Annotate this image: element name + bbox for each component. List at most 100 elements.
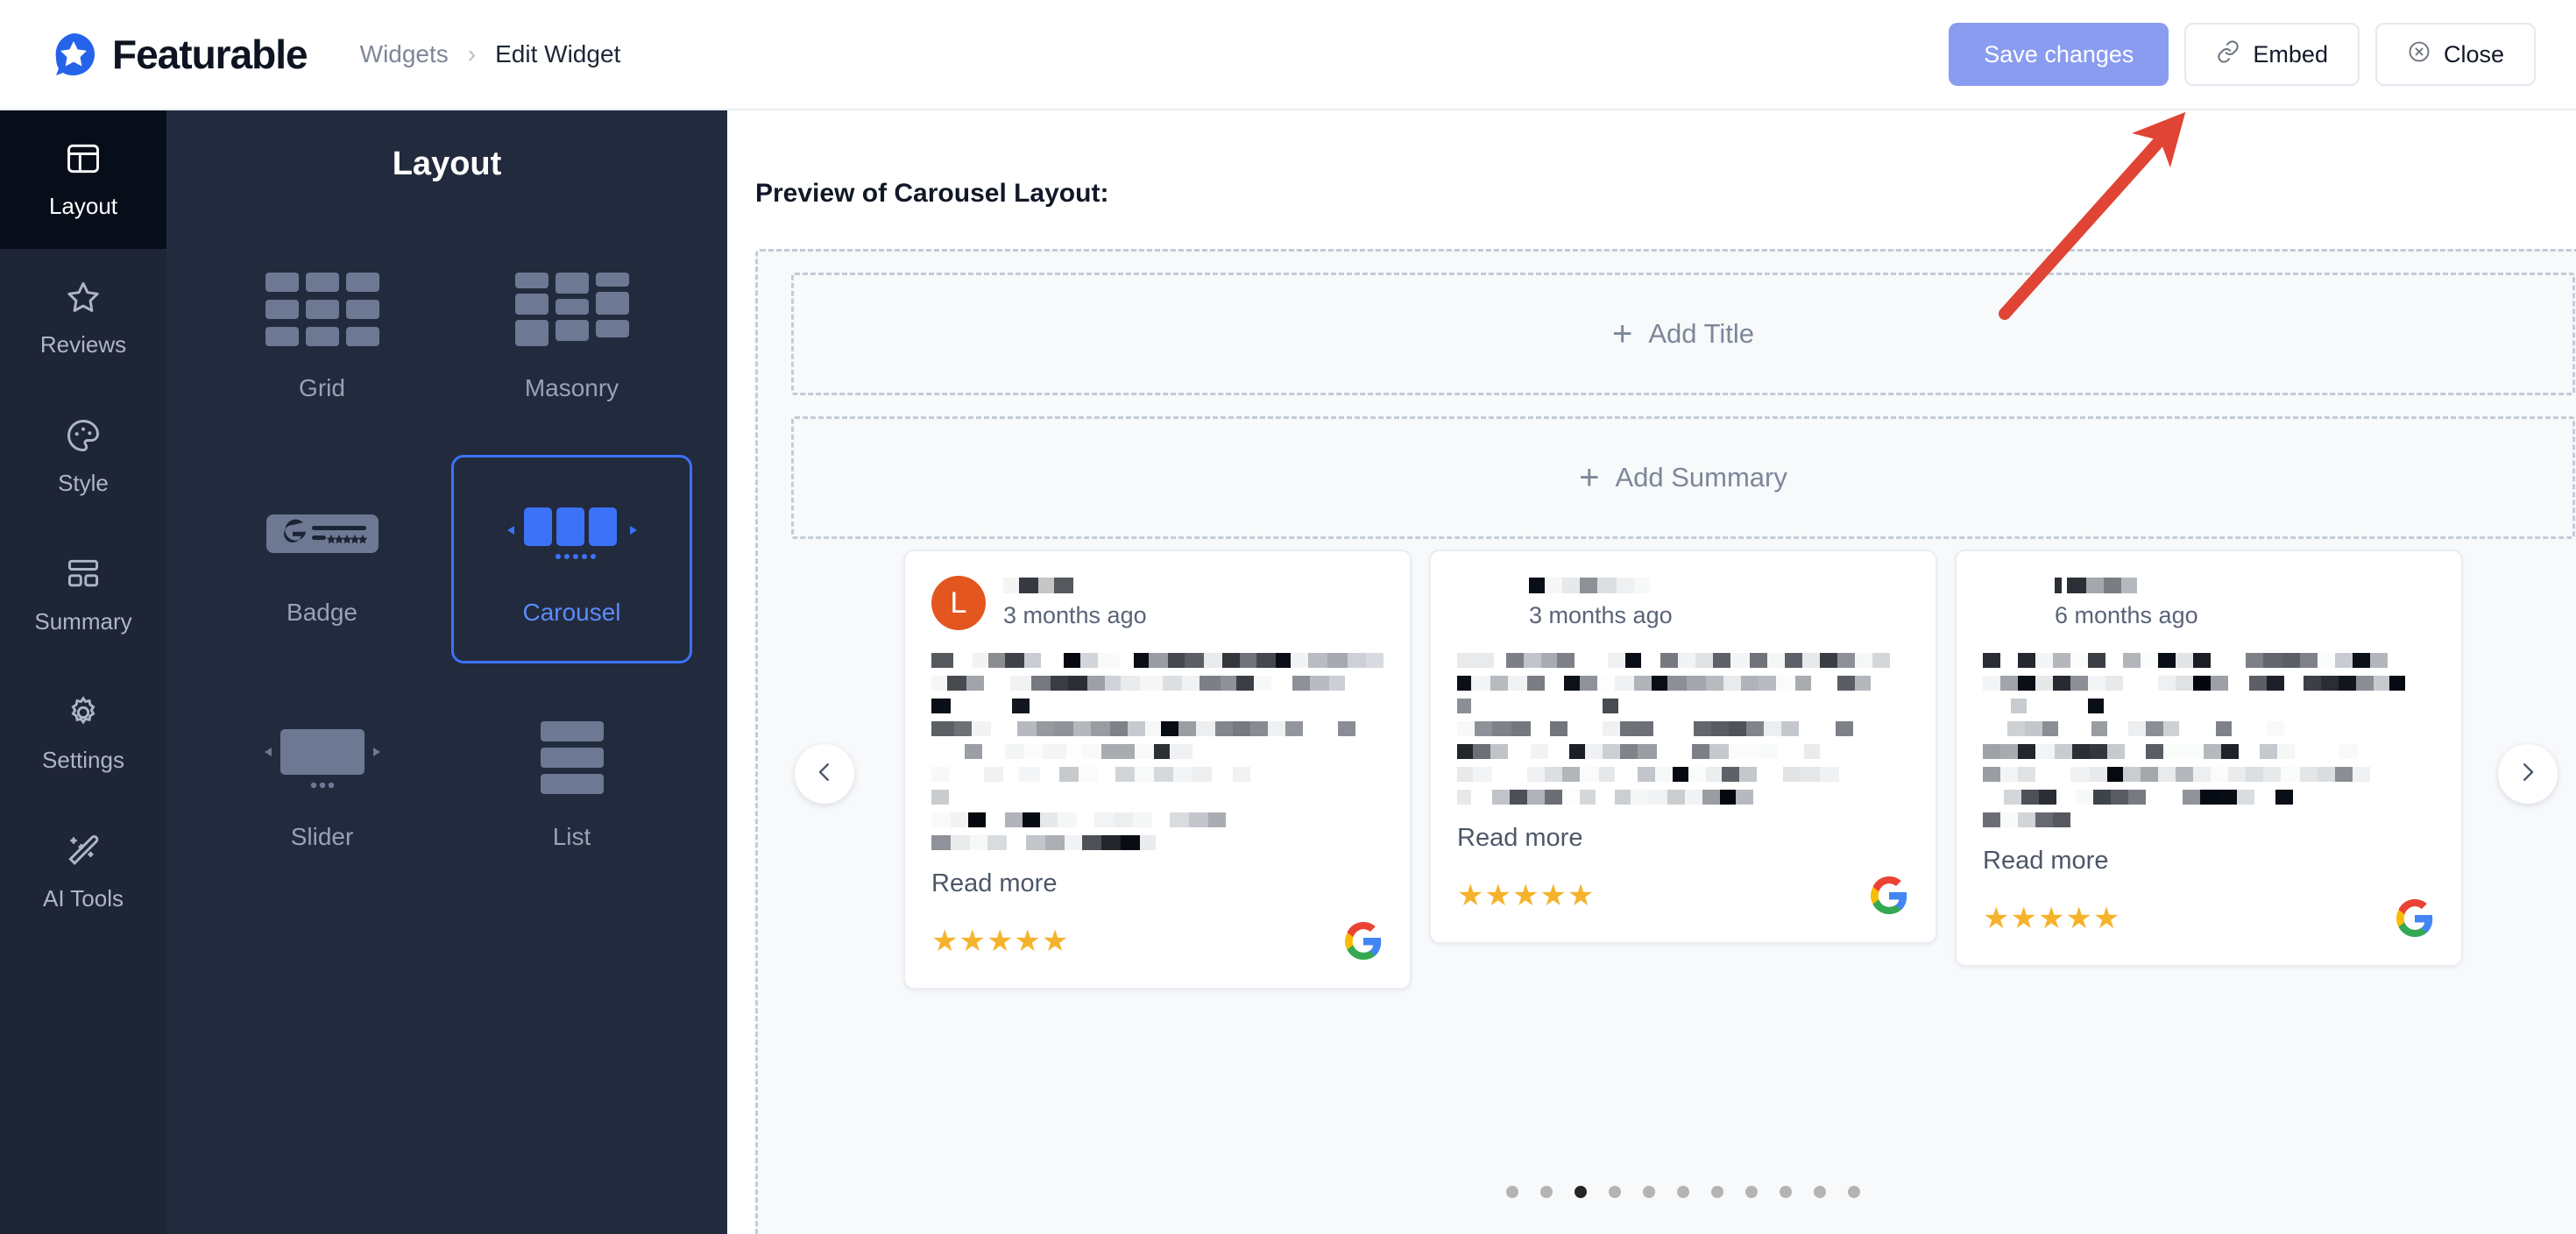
layout-options-grid: Grid Masonry Badge Carousel Slider List — [202, 230, 692, 888]
close-circle-icon — [2407, 39, 2431, 70]
pagination-dot[interactable] — [1711, 1186, 1723, 1198]
pagination-dot[interactable] — [1814, 1186, 1826, 1198]
reviewer-meta: 3 months ago — [1529, 577, 1673, 629]
close-button[interactable]: Close — [2374, 23, 2536, 86]
pagination-dot[interactable] — [1780, 1186, 1792, 1198]
reviewer-name-redacted — [2055, 577, 2198, 593]
preview-title: Preview of Carousel Layout: — [755, 179, 1109, 208]
brand[interactable]: Featurable — [51, 31, 308, 78]
magic-wand-icon — [64, 832, 103, 875]
layout-option-badge[interactable]: Badge — [202, 455, 442, 663]
avatar — [1457, 576, 1511, 630]
sidebar-item-settings[interactable]: Settings — [0, 664, 166, 803]
close-button-label: Close — [2443, 40, 2504, 67]
carousel-next-button[interactable] — [2498, 744, 2558, 804]
link-icon — [2216, 39, 2240, 70]
top-bar: Featurable Widgets › Edit Widget Save ch… — [0, 0, 2576, 110]
layout-option-masonry[interactable]: Masonry — [451, 230, 692, 439]
pagination-dot[interactable] — [1506, 1186, 1518, 1198]
chevron-right-icon — [2515, 759, 2541, 790]
pagination-dot[interactable] — [1609, 1186, 1621, 1198]
reviewer-name-redacted — [1529, 577, 1673, 593]
sidebar-item-style[interactable]: Style — [0, 387, 166, 526]
layout-option-slider[interactable]: Slider — [202, 679, 442, 888]
grid-thumb-icon — [265, 267, 379, 351]
top-bar-actions: Save changes Embed Close — [1949, 23, 2536, 86]
brand-name: Featurable — [112, 32, 308, 77]
breadcrumb-current: Edit Widget — [495, 40, 621, 67]
sidebar-item-label: Reviews — [39, 331, 127, 358]
review-card[interactable]: L 3 months ago Read more ★★★★★ — [903, 550, 1412, 989]
chevron-left-icon — [811, 759, 838, 790]
sidebar-item-label: Layout — [48, 193, 118, 219]
layout-icon — [64, 139, 103, 182]
review-card[interactable]: 6 months ago Read more ★★★★★ — [1955, 550, 2463, 967]
sidebar-item-label: Summary — [34, 608, 132, 635]
pagination-dot[interactable] — [1848, 1186, 1860, 1198]
star-icon — [64, 278, 103, 321]
rating-stars: ★★★★★ — [1457, 879, 1596, 912]
embed-button-label: Embed — [2253, 40, 2328, 67]
google-logo-icon — [2395, 898, 2435, 939]
review-card-header: 3 months ago — [1457, 576, 1909, 630]
read-more-link[interactable]: Read more — [1983, 847, 2435, 876]
sidebar-item-label: Settings — [42, 747, 124, 773]
add-summary-slot[interactable]: + Add Summary — [791, 416, 2575, 539]
palette-icon — [64, 416, 103, 459]
review-text-redacted — [1457, 653, 1909, 805]
google-logo-icon — [1343, 921, 1384, 961]
review-card-footer: ★★★★★ — [931, 921, 1384, 961]
layout-option-label: List — [552, 823, 591, 850]
layout-option-list[interactable]: List — [451, 679, 692, 888]
review-card-footer: ★★★★★ — [1983, 898, 2435, 939]
reviewer-name-redacted — [1003, 577, 1147, 593]
widget-preview-container: + Add Title + Add Summary L 3 months ago… — [755, 249, 2576, 1234]
read-more-link[interactable]: Read more — [1457, 824, 1909, 853]
app-root: Featurable Widgets › Edit Widget Save ch… — [0, 0, 2576, 1234]
panel-title: Layout — [392, 145, 502, 182]
layout-option-label: Carousel — [522, 599, 621, 626]
carousel-pagination — [758, 1186, 2576, 1198]
carousel-prev-button[interactable] — [795, 744, 854, 804]
pagination-dot[interactable] — [1575, 1186, 1587, 1198]
badge-thumb-icon — [265, 492, 379, 576]
sidebar-item-layout[interactable]: Layout — [0, 110, 166, 249]
preview-area: Preview of Carousel Layout: + Add Title … — [727, 110, 2576, 1234]
pagination-dot[interactable] — [1643, 1186, 1655, 1198]
sidebar-rail: Layout Reviews Style Summary Settings AI… — [0, 110, 166, 1234]
review-card-header: 6 months ago — [1983, 576, 2435, 630]
pagination-dot[interactable] — [1745, 1186, 1758, 1198]
read-more-link[interactable]: Read more — [931, 869, 1384, 898]
gear-icon — [64, 693, 103, 736]
google-logo-icon — [1869, 876, 1909, 916]
embed-button[interactable]: Embed — [2184, 23, 2360, 86]
sidebar-item-summary[interactable]: Summary — [0, 526, 166, 664]
slider-thumb-icon — [261, 716, 384, 800]
plus-icon: + — [1579, 458, 1600, 497]
layout-option-label: Slider — [290, 823, 354, 850]
breadcrumb: Widgets › Edit Widget — [360, 40, 621, 68]
sidebar-item-reviews[interactable]: Reviews — [0, 249, 166, 387]
breadcrumb-widgets[interactable]: Widgets — [360, 40, 449, 68]
review-text-redacted — [1983, 653, 2435, 827]
review-carousel: L 3 months ago Read more ★★★★★ 3 months … — [758, 550, 2576, 989]
avatar — [1983, 576, 2037, 630]
sidebar-item-ai-tools[interactable]: AI Tools — [0, 803, 166, 941]
pagination-dot[interactable] — [1540, 1186, 1553, 1198]
featurable-logo-icon — [51, 32, 96, 77]
review-card[interactable]: 3 months ago Read more ★★★★★ — [1429, 550, 1937, 944]
rating-stars: ★★★★★ — [931, 925, 1070, 958]
layout-option-grid[interactable]: Grid — [202, 230, 442, 439]
layout-option-carousel[interactable]: Carousel — [451, 455, 692, 663]
review-card-header: L 3 months ago — [931, 576, 1384, 630]
add-title-slot[interactable]: + Add Title — [791, 273, 2575, 395]
review-time: 3 months ago — [1003, 601, 1147, 628]
avatar: L — [931, 576, 986, 630]
rating-stars: ★★★★★ — [1983, 902, 2121, 935]
review-time: 3 months ago — [1529, 601, 1673, 628]
save-changes-button[interactable]: Save changes — [1949, 23, 2169, 86]
add-title-label: Add Title — [1648, 318, 1754, 349]
pagination-dot[interactable] — [1677, 1186, 1689, 1198]
reviewer-meta: 6 months ago — [2055, 577, 2198, 629]
plus-icon: + — [1612, 315, 1633, 353]
